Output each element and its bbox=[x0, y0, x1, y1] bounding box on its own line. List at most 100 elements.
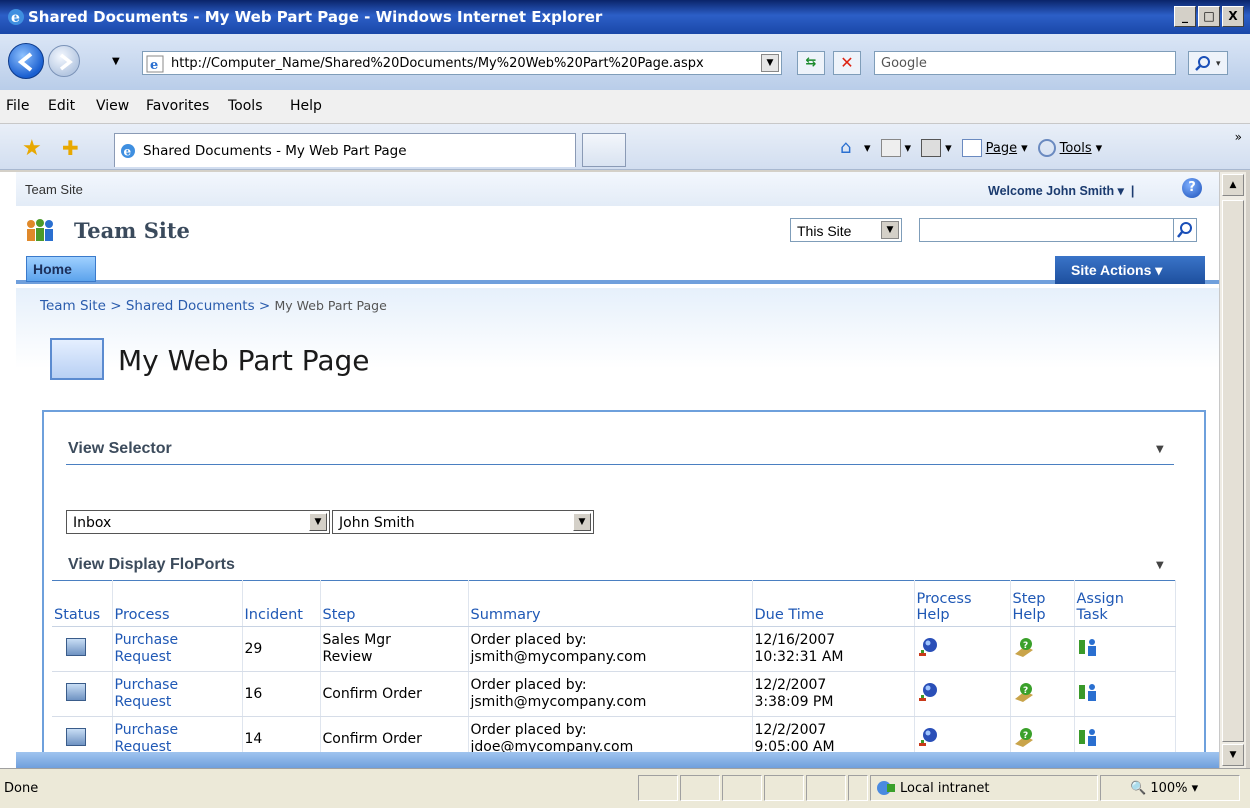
search-button[interactable]: ▾ bbox=[1188, 51, 1228, 75]
cell-line: 12/2/2007 bbox=[754, 677, 827, 693]
incident-cell: 29 bbox=[242, 626, 321, 672]
user-select-value: John Smith bbox=[339, 515, 415, 531]
process-help-icon[interactable] bbox=[917, 726, 939, 748]
scroll-thumb[interactable] bbox=[1222, 200, 1244, 742]
vertical-scrollbar[interactable]: ▲ ▼ bbox=[1219, 172, 1246, 768]
breadcrumb-team-site[interactable]: Team Site bbox=[40, 298, 106, 314]
tab-current[interactable]: e Shared Documents - My Web Part Page bbox=[114, 133, 576, 167]
menu-favorites[interactable]: Favorites bbox=[146, 98, 209, 114]
column-header-status[interactable]: Status bbox=[52, 580, 113, 627]
security-zone-label: Local intranet bbox=[900, 781, 990, 796]
tab-home[interactable]: Home bbox=[26, 256, 96, 282]
left-gutter bbox=[0, 172, 16, 768]
scroll-down-icon[interactable]: ▼ bbox=[1222, 744, 1244, 766]
column-header-due-time[interactable]: Due Time bbox=[752, 580, 915, 627]
cell-line: Sales Mgr bbox=[322, 632, 391, 648]
zoom-value: 100% bbox=[1150, 781, 1188, 796]
status-icon[interactable] bbox=[66, 637, 86, 656]
column-header-process-help[interactable]: Process Help bbox=[914, 580, 1011, 627]
cell-line: 10:32:31 AM bbox=[754, 649, 844, 665]
summary-cell: Order placed by: jsmith@mycompany.com bbox=[468, 671, 753, 717]
column-header-process[interactable]: Process bbox=[112, 580, 243, 627]
print-button[interactable]: ▾ bbox=[921, 139, 952, 157]
back-button[interactable] bbox=[8, 43, 44, 79]
assign-task-icon[interactable] bbox=[1077, 726, 1099, 748]
column-header-incident[interactable]: Incident bbox=[242, 580, 321, 627]
global-breadcrumb[interactable]: Team Site bbox=[25, 182, 83, 197]
table-row: Purchase Request 16 Confirm Order Order p… bbox=[52, 671, 1176, 717]
breadcrumb-separator: > bbox=[254, 298, 275, 314]
minimize-button[interactable]: _ bbox=[1174, 6, 1196, 27]
welcome-menu[interactable]: Welcome John Smith ▾ | bbox=[988, 183, 1134, 198]
web-part-menu-icon[interactable]: ▼ bbox=[1156, 444, 1164, 455]
site-actions-button[interactable]: Site Actions ▾ bbox=[1055, 256, 1205, 284]
step-help-icon[interactable]: ? bbox=[1013, 636, 1035, 658]
site-search-button[interactable] bbox=[1173, 218, 1197, 242]
column-header-step[interactable]: Step bbox=[320, 580, 469, 627]
zoom-level[interactable]: 🔍 100% ▾ bbox=[1130, 781, 1198, 796]
user-select[interactable]: John Smith ▼ bbox=[332, 510, 594, 534]
add-favorite-icon[interactable]: ✚ bbox=[62, 136, 79, 160]
menu-file[interactable]: File bbox=[6, 98, 29, 114]
web-part-page-icon bbox=[50, 338, 104, 380]
column-header-step-help[interactable]: Step Help bbox=[1010, 580, 1075, 627]
address-dropdown-icon[interactable]: ▼ bbox=[761, 54, 779, 72]
status-icon[interactable] bbox=[66, 682, 86, 701]
tab-bar: ★ ✚ e Shared Documents - My Web Part Pag… bbox=[0, 124, 1250, 170]
search-input[interactable]: Google bbox=[874, 51, 1176, 75]
column-header-assign-task[interactable]: Assign Task bbox=[1074, 580, 1176, 627]
list-select[interactable]: Inbox ▼ bbox=[66, 510, 330, 534]
team-site-logo-icon bbox=[27, 219, 53, 241]
more-chevron-icon[interactable]: » bbox=[1235, 130, 1242, 144]
cell-line: jsmith@mycompany.com bbox=[470, 694, 647, 710]
step-help-icon[interactable]: ? bbox=[1013, 726, 1035, 748]
due-time-cell: 12/16/2007 10:32:31 AM bbox=[752, 626, 915, 672]
assign-task-cell bbox=[1074, 626, 1176, 672]
stop-button[interactable]: ✕ bbox=[833, 51, 861, 75]
maximize-button[interactable]: □ bbox=[1198, 6, 1220, 27]
status-pane bbox=[680, 775, 720, 801]
assign-task-icon[interactable] bbox=[1077, 636, 1099, 658]
forward-arrow-icon bbox=[59, 53, 73, 71]
refresh-button[interactable]: ⇆ bbox=[797, 51, 825, 75]
step-help-icon[interactable]: ? bbox=[1013, 681, 1035, 703]
search-placeholder: Google bbox=[881, 56, 927, 71]
local-intranet-icon bbox=[877, 781, 895, 795]
home-button[interactable]: ⌂ ▾ bbox=[840, 139, 871, 157]
process-link[interactable]: Purchase Request bbox=[112, 626, 243, 672]
cell-line: 12/16/2007 bbox=[754, 632, 836, 648]
close-button[interactable]: X bbox=[1222, 6, 1244, 27]
table-header-row: Status Process Incident Step Summary Due… bbox=[52, 580, 1176, 627]
search-scope-value: This Site bbox=[797, 223, 852, 239]
favorites-center-icon[interactable]: ★ bbox=[22, 136, 42, 161]
zoom-icon: 🔍 bbox=[1130, 781, 1147, 796]
process-help-icon[interactable] bbox=[917, 636, 939, 658]
forward-button[interactable] bbox=[48, 45, 80, 77]
history-dropdown-icon[interactable]: ▼ bbox=[112, 56, 120, 67]
process-link[interactable]: Purchase Request bbox=[112, 671, 243, 717]
new-tab-button[interactable] bbox=[582, 133, 626, 167]
cell-line: Order placed by: bbox=[470, 722, 587, 738]
scroll-up-icon[interactable]: ▲ bbox=[1222, 174, 1244, 196]
site-search-input[interactable] bbox=[919, 218, 1197, 242]
site-title[interactable]: Team Site bbox=[74, 218, 190, 243]
address-field[interactable]: e http://Computer_Name/Shared%20Document… bbox=[142, 51, 782, 75]
page-title: My Web Part Page bbox=[118, 344, 370, 377]
web-part-menu-icon[interactable]: ▼ bbox=[1156, 560, 1164, 571]
process-help-icon[interactable] bbox=[917, 681, 939, 703]
menu-tools[interactable]: Tools bbox=[228, 98, 263, 114]
status-icon[interactable] bbox=[66, 727, 86, 746]
floports-table: Status Process Incident Step Summary Due… bbox=[52, 580, 1176, 762]
menu-view[interactable]: View bbox=[96, 98, 129, 114]
assign-task-icon[interactable] bbox=[1077, 681, 1099, 703]
page-menu[interactable]: Page ▾ bbox=[961, 139, 1028, 157]
search-icon bbox=[1177, 222, 1192, 238]
help-icon[interactable]: ? bbox=[1182, 178, 1202, 198]
menu-help[interactable]: Help bbox=[290, 98, 322, 114]
breadcrumb-shared-documents[interactable]: Shared Documents bbox=[126, 298, 255, 314]
tools-menu[interactable]: Tools ▾ bbox=[1037, 139, 1102, 157]
menu-edit[interactable]: Edit bbox=[48, 98, 75, 114]
feeds-button[interactable]: ▾ bbox=[880, 139, 911, 157]
search-scope-select[interactable]: This Site ▼ bbox=[790, 218, 902, 242]
column-header-summary[interactable]: Summary bbox=[468, 580, 753, 627]
